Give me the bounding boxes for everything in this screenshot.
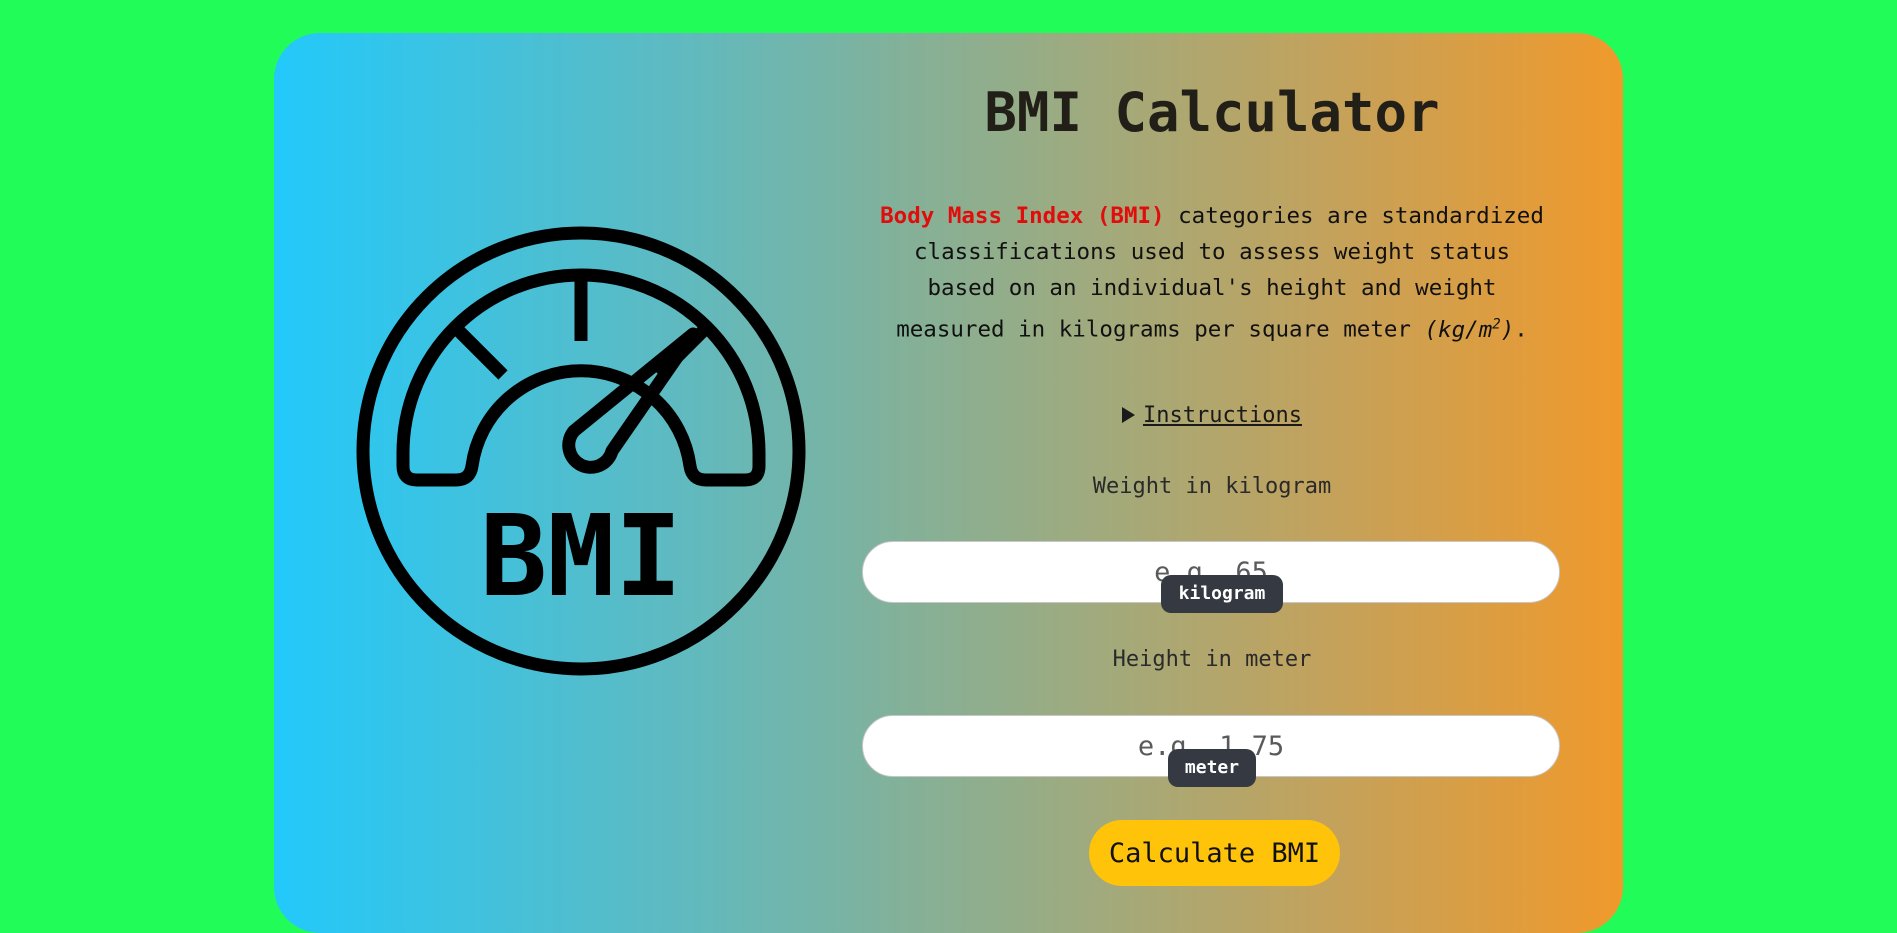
bmi-logo: BMI: [355, 225, 807, 677]
calculate-bmi-button[interactable]: Calculate BMI: [1089, 820, 1340, 886]
page-title: BMI Calculator: [984, 81, 1440, 144]
weight-unit-badge: kilogram: [1161, 575, 1283, 613]
bmi-term: Body Mass Index (BMI): [880, 203, 1165, 229]
instructions-label: Instructions: [1143, 403, 1302, 428]
height-unit-badge: meter: [1168, 749, 1256, 787]
calculator-card: BMI BMI Calculator Body Mass Index (BMI)…: [274, 33, 1623, 933]
unit-expression: (kg/m2): [1424, 316, 1515, 343]
bmi-gauge-icon: BMI: [356, 226, 806, 676]
bmi-description: Body Mass Index (BMI) categories are sta…: [880, 203, 1544, 343]
weight-label: Weight in kilogram: [1092, 474, 1332, 499]
instructions-toggle[interactable]: Instructions: [862, 403, 1562, 428]
logo-text: BMI: [480, 492, 682, 622]
disclosure-triangle-icon: [1122, 407, 1136, 423]
height-label: Height in meter: [1112, 647, 1312, 672]
